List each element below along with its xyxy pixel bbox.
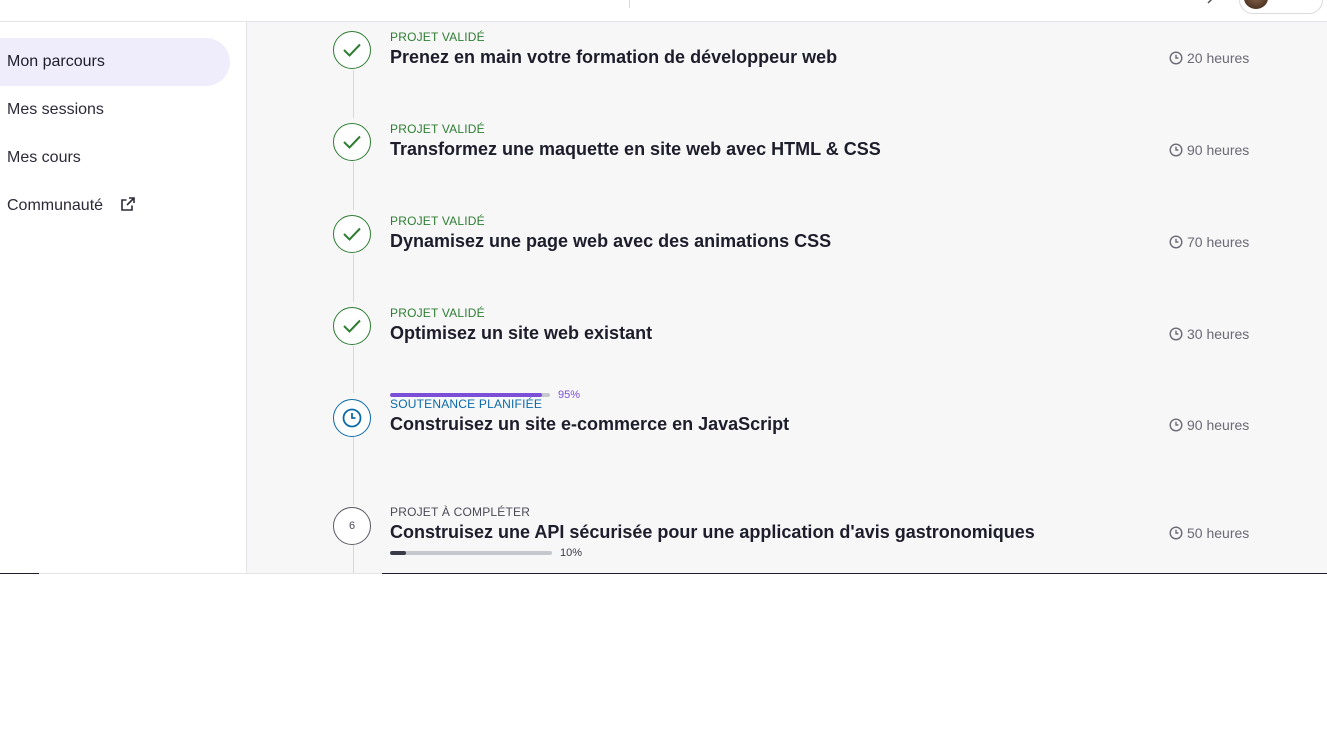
clock-icon: [1169, 418, 1183, 432]
progress-label: 10%: [560, 547, 583, 559]
sidebar-item-mes-cours[interactable]: Mes cours: [0, 134, 230, 182]
project-duration: 90 heures: [1169, 142, 1249, 158]
project-duration: 70 heures: [1169, 234, 1249, 250]
check-icon: [333, 307, 371, 345]
sidebar-item-label: Mes sessions: [7, 101, 104, 118]
project-duration: 20 heures: [1169, 50, 1249, 66]
page-bottom-area: [0, 573, 1327, 756]
divider: [0, 573, 39, 574]
project-status: PROJET VALIDÉ: [390, 30, 485, 44]
project-step[interactable]: PROJET VALIDÉ Optimisez un site web exis…: [247, 298, 1327, 358]
progress-fill: [390, 551, 407, 555]
project-title[interactable]: Dynamisez une page web avec des animatio…: [390, 231, 831, 252]
project-status: PROJET À COMPLÉTER: [390, 505, 531, 519]
project-title[interactable]: Optimisez un site web existant: [390, 323, 652, 344]
project-status: PROJET VALIDÉ: [390, 122, 485, 136]
sidebar-item-communaute[interactable]: Communauté: [0, 182, 230, 230]
project-status: PROJET VALIDÉ: [390, 306, 485, 320]
project-duration: 90 heures: [1169, 417, 1249, 433]
clock-icon: [333, 399, 371, 437]
sidebar-item-mon-parcours[interactable]: Mon parcours: [0, 38, 230, 86]
project-title[interactable]: Construisez une API sécurisée pour une a…: [390, 522, 1035, 543]
sidebar-item-label: Mon parcours: [7, 53, 105, 70]
sidebar-item-label: Mes cours: [7, 149, 81, 166]
sidebar-item-label: Communauté: [7, 197, 104, 214]
divider: [382, 573, 1327, 574]
project-step[interactable]: 6 PROJET À COMPLÉTER Construisez une API…: [247, 497, 1327, 557]
divider: [39, 573, 382, 574]
project-step[interactable]: PROJET VALIDÉ Transformez une maquette e…: [247, 114, 1327, 174]
header-divider: [629, 0, 630, 8]
project-step[interactable]: PROJET VALIDÉ Prenez en main votre forma…: [247, 22, 1327, 82]
progress-bar: [390, 393, 550, 397]
project-step[interactable]: PROJET VALIDÉ Dynamisez une page web ave…: [247, 206, 1327, 266]
project-title[interactable]: Prenez en main votre formation de dévelo…: [390, 47, 837, 68]
clock-icon: [1169, 235, 1183, 249]
check-icon: [333, 215, 371, 253]
avatar: [1244, 0, 1268, 9]
progress-fill: [390, 393, 542, 397]
course-path-main: PROJET VALIDÉ Prenez en main votre forma…: [247, 22, 1327, 573]
project-status: SOUTENANCE PLANIFIÉE: [390, 397, 543, 411]
top-bar: [0, 0, 1327, 22]
progress-bar: [390, 551, 552, 555]
notification-icon[interactable]: [1207, 0, 1217, 4]
project-duration: 30 heures: [1169, 326, 1249, 342]
project-status: PROJET VALIDÉ: [390, 214, 485, 228]
clock-icon: [1169, 327, 1183, 341]
user-menu-button[interactable]: [1239, 0, 1323, 14]
project-title[interactable]: Construisez un site e-commerce en JavaSc…: [390, 414, 789, 435]
check-icon: [333, 123, 371, 161]
clock-icon: [1169, 51, 1183, 65]
clock-icon: [1169, 526, 1183, 540]
external-link-icon: [120, 184, 136, 211]
project-step[interactable]: SOUTENANCE PLANIFIÉE Construisez un site…: [247, 389, 1327, 449]
progress-label: 95%: [558, 389, 581, 401]
step-number-badge: 6: [333, 507, 371, 545]
clock-icon: [1169, 143, 1183, 157]
project-title[interactable]: Transformez une maquette en site web ave…: [390, 139, 881, 160]
sidebar-item-mes-sessions[interactable]: Mes sessions: [0, 86, 230, 134]
check-icon: [333, 31, 371, 69]
sidebar: Mon parcours Mes sessions Mes cours Comm…: [0, 22, 247, 573]
project-duration: 50 heures: [1169, 525, 1249, 541]
